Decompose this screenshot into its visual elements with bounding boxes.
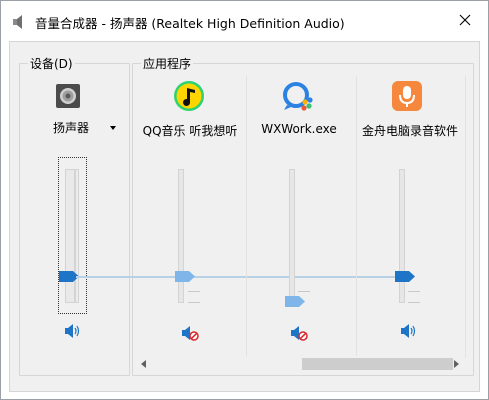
scroll-left-icon[interactable] <box>141 360 146 368</box>
scrollbar-thumb[interactable] <box>302 358 453 370</box>
device-speaker-icon[interactable] <box>64 323 82 339</box>
recorder-icon <box>391 80 423 112</box>
app-label-wxwork: WXWork.exe <box>261 122 337 136</box>
qq-music-mute-icon[interactable] <box>181 325 199 341</box>
device-name: 扬声器 <box>53 121 90 135</box>
device-volume-track[interactable] <box>65 169 75 303</box>
device-selector[interactable]: 扬声器 <box>49 119 119 137</box>
qq-music-tick <box>188 291 200 292</box>
recorder-speaker-icon[interactable] <box>400 323 418 339</box>
chevron-down-icon <box>110 126 116 130</box>
recorder-volume-thumb[interactable] <box>395 271 415 282</box>
window-title: 音量合成器 - 扬声器 (Realtek High Definition Aud… <box>35 16 345 31</box>
close-button[interactable] <box>442 1 488 39</box>
recorder-tick <box>408 302 420 303</box>
app-label-recorder: 金舟电脑录音软件 <box>361 124 459 138</box>
app-column-divider <box>465 76 466 358</box>
recorder-tick <box>408 291 420 292</box>
device-peak-meter <box>75 169 79 303</box>
qq-music-icon <box>173 80 205 112</box>
app-label-qq-music: QQ音乐 听我想听 <box>142 124 238 138</box>
volume-mixer-window: 音量合成器 - 扬声器 (Realtek High Definition Aud… <box>0 0 489 400</box>
wxwork-mute-icon[interactable] <box>290 325 308 341</box>
qq-music-tick <box>188 302 200 303</box>
app-column-divider <box>246 76 247 358</box>
wxwork-icon <box>281 80 313 112</box>
qq-music-volume-track[interactable] <box>178 169 184 303</box>
master-volume-line <box>76 276 402 278</box>
qq-music-volume-thumb[interactable] <box>175 271 195 282</box>
title-bar: 音量合成器 - 扬声器 (Realtek High Definition Aud… <box>1 1 488 41</box>
wxwork-tick <box>298 291 310 292</box>
app-column-divider <box>356 76 357 358</box>
device-section-label: 设备(D) <box>28 55 75 72</box>
wxwork-volume-thumb[interactable] <box>285 296 305 307</box>
wxwork-volume-track[interactable] <box>289 169 295 303</box>
recorder-volume-track[interactable] <box>399 169 405 303</box>
apps-horizontal-scrollbar[interactable] <box>135 356 465 373</box>
scroll-right-icon[interactable] <box>454 360 459 368</box>
speaker-icon <box>11 14 27 30</box>
applications-section-label: 应用程序 <box>141 55 194 72</box>
close-icon <box>459 11 471 30</box>
speaker-device-icon <box>55 83 81 109</box>
